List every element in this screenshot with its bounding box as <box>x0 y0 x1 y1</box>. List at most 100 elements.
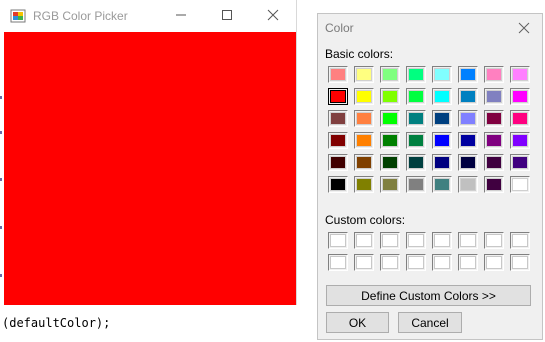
basic-color-swatch[interactable] <box>484 88 504 105</box>
basic-color-swatch[interactable] <box>380 88 400 105</box>
custom-color-swatch[interactable] <box>328 254 348 271</box>
basic-color-swatch[interactable] <box>484 132 504 149</box>
custom-color-swatch[interactable] <box>406 254 426 271</box>
custom-color-swatch[interactable] <box>484 232 504 249</box>
swatch-fill <box>486 178 502 191</box>
swatch-fill <box>408 256 424 269</box>
swatch-fill <box>356 156 372 169</box>
basic-color-swatch[interactable] <box>328 66 348 83</box>
custom-color-swatch[interactable] <box>406 232 426 249</box>
basic-color-swatch[interactable] <box>484 176 504 193</box>
basic-color-swatch[interactable] <box>354 66 374 83</box>
swatch-fill <box>382 134 398 147</box>
maximize-button[interactable] <box>204 0 250 32</box>
basic-color-swatch[interactable] <box>510 132 530 149</box>
basic-color-swatch[interactable] <box>484 110 504 127</box>
basic-color-swatch[interactable] <box>510 154 530 171</box>
custom-color-swatch[interactable] <box>458 232 478 249</box>
basic-color-swatch[interactable] <box>432 66 452 83</box>
minimize-button[interactable] <box>158 0 204 32</box>
basic-color-swatch[interactable] <box>406 132 426 149</box>
custom-color-swatch[interactable] <box>510 254 530 271</box>
basic-color-swatch[interactable] <box>406 110 426 127</box>
dialog-title: Color <box>325 21 354 35</box>
custom-color-swatch[interactable] <box>380 232 400 249</box>
swatch-fill <box>382 90 398 103</box>
swatch-fill <box>512 90 528 103</box>
basic-color-swatch[interactable] <box>432 132 452 149</box>
swatch-fill <box>460 256 476 269</box>
close-icon[interactable] <box>516 20 532 36</box>
basic-color-swatch[interactable] <box>328 132 348 149</box>
close-button[interactable] <box>250 0 296 32</box>
swatch-fill <box>330 112 346 125</box>
basic-color-swatch[interactable] <box>458 66 478 83</box>
swatch-fill <box>434 68 450 81</box>
basic-color-swatch[interactable] <box>510 88 530 105</box>
swatch-fill <box>382 68 398 81</box>
custom-color-swatch[interactable] <box>354 232 374 249</box>
custom-color-swatch[interactable] <box>458 254 478 271</box>
basic-color-swatch[interactable] <box>328 154 348 171</box>
ok-button[interactable]: OK <box>326 312 389 333</box>
basic-color-swatch[interactable] <box>458 88 478 105</box>
basic-color-swatch[interactable] <box>406 88 426 105</box>
swatch-fill <box>460 178 476 191</box>
basic-color-swatch[interactable] <box>458 154 478 171</box>
swatch-fill <box>408 68 424 81</box>
swatch-fill <box>460 90 476 103</box>
basic-color-swatch[interactable] <box>406 154 426 171</box>
basic-color-swatch[interactable] <box>510 110 530 127</box>
basic-color-swatch[interactable] <box>406 176 426 193</box>
basic-color-swatch[interactable] <box>380 66 400 83</box>
basic-color-swatch[interactable] <box>354 154 374 171</box>
swatch-fill <box>512 68 528 81</box>
custom-color-swatch[interactable] <box>510 232 530 249</box>
close-icon <box>267 9 279 24</box>
basic-color-swatch[interactable] <box>458 176 478 193</box>
basic-color-swatch[interactable] <box>354 132 374 149</box>
basic-color-swatch[interactable] <box>380 154 400 171</box>
basic-color-swatch[interactable] <box>484 154 504 171</box>
basic-color-swatch[interactable] <box>406 66 426 83</box>
basic-color-swatch[interactable] <box>328 88 348 105</box>
dialog-title-bar[interactable]: Color <box>318 14 542 42</box>
basic-color-swatch[interactable] <box>510 66 530 83</box>
basic-color-swatch[interactable] <box>380 132 400 149</box>
swatch-fill <box>382 178 398 191</box>
swatch-fill <box>330 178 346 191</box>
basic-color-swatch[interactable] <box>484 66 504 83</box>
basic-color-swatch[interactable] <box>432 110 452 127</box>
basic-color-swatch[interactable] <box>432 176 452 193</box>
swatch-fill <box>356 90 372 103</box>
basic-color-swatch[interactable] <box>380 176 400 193</box>
custom-color-swatch[interactable] <box>484 254 504 271</box>
custom-color-swatch[interactable] <box>380 254 400 271</box>
custom-color-swatch[interactable] <box>328 232 348 249</box>
cancel-button[interactable]: Cancel <box>398 312 462 333</box>
basic-color-swatch[interactable] <box>432 154 452 171</box>
code-edge-mark <box>0 226 2 229</box>
swatch-fill <box>330 90 346 103</box>
basic-color-swatch[interactable] <box>328 110 348 127</box>
custom-color-swatch[interactable] <box>432 232 452 249</box>
basic-color-swatch[interactable] <box>510 176 530 193</box>
basic-color-swatch[interactable] <box>432 88 452 105</box>
basic-color-swatch[interactable] <box>354 88 374 105</box>
swatch-fill <box>460 68 476 81</box>
basic-color-swatch[interactable] <box>354 176 374 193</box>
title-bar[interactable]: RGB Color Picker <box>0 0 296 32</box>
define-custom-colors-button[interactable]: Define Custom Colors >> <box>326 285 531 306</box>
swatch-fill <box>408 112 424 125</box>
basic-color-swatch[interactable] <box>458 110 478 127</box>
basic-color-swatch[interactable] <box>458 132 478 149</box>
custom-color-swatch[interactable] <box>432 254 452 271</box>
swatch-fill <box>486 256 502 269</box>
swatch-fill <box>408 90 424 103</box>
swatch-fill <box>434 112 450 125</box>
swatch-fill <box>486 134 502 147</box>
basic-color-swatch[interactable] <box>354 110 374 127</box>
custom-color-swatch[interactable] <box>354 254 374 271</box>
basic-color-swatch[interactable] <box>328 176 348 193</box>
basic-color-swatch[interactable] <box>380 110 400 127</box>
